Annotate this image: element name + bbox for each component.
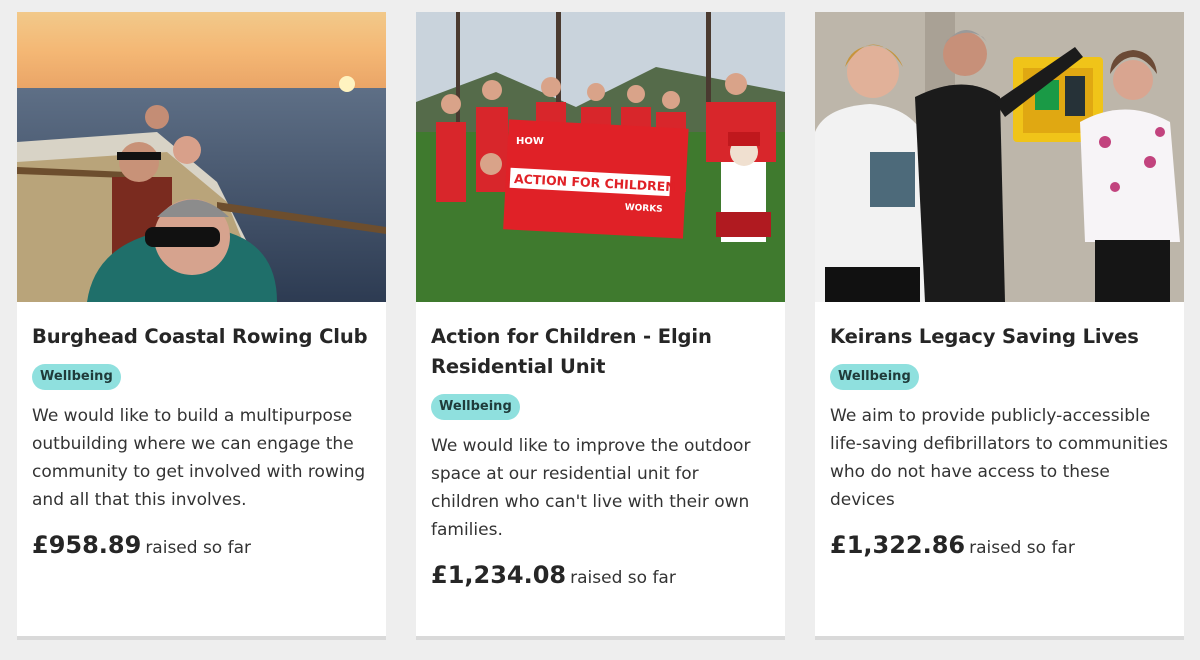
banner-text-top: HOW <box>516 136 544 147</box>
project-card[interactable]: Keirans Legacy Saving Lives Wellbeing We… <box>815 12 1184 640</box>
project-description: We would like to improve the outdoor spa… <box>431 436 751 540</box>
banner-text-bottom: WORKS <box>624 203 662 215</box>
amount-value: £958.89 <box>32 531 142 559</box>
project-card[interactable]: Burghead Coastal Rowing Club Wellbeing W… <box>17 12 386 640</box>
rowing-photo <box>17 12 386 302</box>
defibrillator-photo <box>815 12 1184 302</box>
raised-label: raised so far <box>969 538 1075 558</box>
raised-label: raised so far <box>145 538 252 558</box>
project-card[interactable]: HOW ACTION FOR CHILDREN WORKS Action for… <box>416 12 785 640</box>
group-banner-photo: HOW ACTION FOR CHILDREN WORKS <box>416 12 785 302</box>
project-photo[interactable] <box>815 12 1184 302</box>
project-description: We aim to provide publicly-accessible li… <box>830 406 1169 510</box>
amount-raised: £1,322.86 raised so far <box>830 528 1169 565</box>
amount-value: £1,322.86 <box>830 531 966 559</box>
category-badge[interactable]: Wellbeing <box>32 364 121 390</box>
category-badge[interactable]: Wellbeing <box>830 364 919 390</box>
project-description: We would like to build a multipurpose ou… <box>32 406 366 510</box>
raised-label: raised so far <box>570 568 676 588</box>
amount-raised: £958.89 raised so far <box>32 528 371 565</box>
project-title[interactable]: Burghead Coastal Rowing Club <box>32 322 371 352</box>
project-photo[interactable]: HOW ACTION FOR CHILDREN WORKS <box>416 12 785 302</box>
amount-raised: £1,234.08 raised so far <box>431 558 770 595</box>
amount-value: £1,234.08 <box>431 561 567 589</box>
project-title[interactable]: Action for Children - Elgin Residential … <box>431 322 770 382</box>
project-title[interactable]: Keirans Legacy Saving Lives <box>830 322 1169 352</box>
project-photo[interactable] <box>17 12 386 302</box>
category-badge[interactable]: Wellbeing <box>431 394 520 420</box>
